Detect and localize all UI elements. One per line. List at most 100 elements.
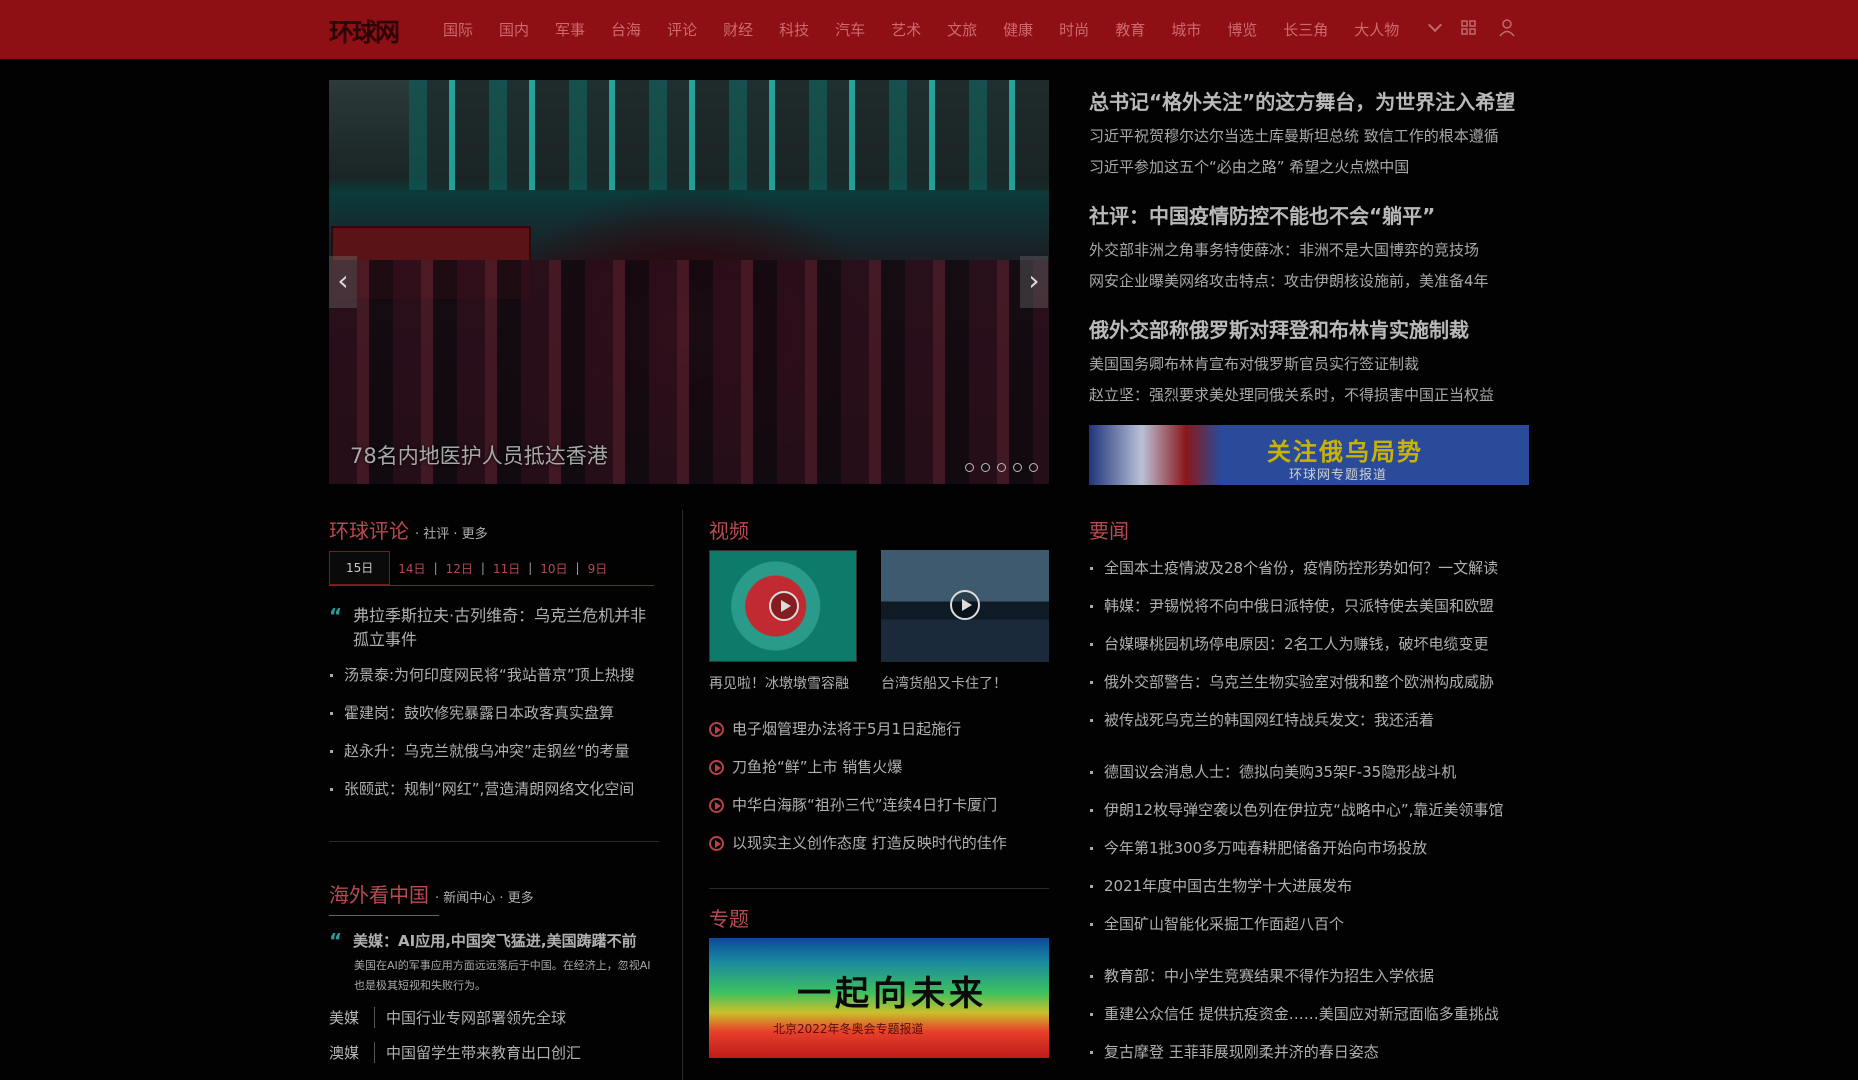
video-list-item[interactable]: 中华白海豚“祖孙三代”连续4日打卡厦门 bbox=[709, 786, 1007, 824]
news-list: 教育部：中小学生竞赛结果不得作为招生入学依据 重建公众信任 提供抗疫资金……美国… bbox=[1089, 957, 1529, 1071]
nav-item[interactable]: 长三角 bbox=[1283, 19, 1328, 40]
main-nav: 国际 国内 军事 台海 评论 财经 科技 汽车 艺术 文旅 健康 时尚 教育 城… bbox=[443, 0, 1425, 59]
row-title: 中国行业专网部署领先全球 bbox=[386, 1009, 567, 1027]
headline-sub[interactable]: 习近平祝贺穆尔达尔当选土库曼斯坦总统 致信工作的根本遵循 bbox=[1089, 125, 1529, 146]
promo-sub: 环球网专题报道 bbox=[1289, 468, 1388, 483]
news-item[interactable]: 被传战死乌克兰的韩国网红特战兵发文：我还活着 bbox=[1089, 701, 1529, 739]
topic-banner[interactable]: 一起向未来 北京2022年冬奥会专题报道 bbox=[709, 938, 1049, 1058]
play-icon[interactable] bbox=[950, 590, 980, 620]
nav-item[interactable]: 科技 bbox=[779, 19, 809, 40]
foreign-row[interactable]: 澳媒 中国留学生带来教育出口创汇 bbox=[329, 1042, 581, 1063]
slide-caption[interactable]: 78名内地医护人员抵达香港 bbox=[350, 440, 608, 470]
headline-sub[interactable]: 外交部非洲之角事务特使薛冰：非洲不是大国博弈的竞技场 bbox=[1089, 239, 1529, 260]
nav-item[interactable]: 大人物 bbox=[1354, 19, 1399, 40]
topic-banner-sub: 北京2022年冬奥会专题报道 bbox=[773, 1022, 924, 1036]
news-item[interactable]: 伊朗12枚导弹空袭以色列在伊拉克“战略中心”,靠近美领事馆 bbox=[1089, 791, 1529, 829]
list-item[interactable]: 汤景泰:为何印度网民将“我站普京”顶上热搜 bbox=[329, 656, 659, 694]
nav-item[interactable]: 国际 bbox=[443, 19, 473, 40]
nav-item[interactable]: 汽车 bbox=[835, 19, 865, 40]
section-title[interactable]: 要闻 bbox=[1089, 515, 1129, 544]
video-list: 电子烟管理办法将于5月1日起施行 刀鱼抢“鲜”上市 销售火爆 中华白海豚“祖孙三… bbox=[709, 710, 1007, 862]
news-item[interactable]: 德国议会消息人士：德拟向美购35架F-35隐形战斗机 bbox=[1089, 753, 1529, 791]
video-list-item[interactable]: 以现实主义创作态度 打造反映时代的佳作 bbox=[709, 824, 1007, 862]
news-item[interactable]: 复古摩登 王菲菲展现刚柔并济的春日姿态 bbox=[1089, 1033, 1529, 1071]
video-list-item[interactable]: 电子烟管理办法将于5月1日起施行 bbox=[709, 710, 1007, 748]
news-item[interactable]: 重建公众信任 提供抗疫资金……美国应对新冠面临多重挑战 bbox=[1089, 995, 1529, 1033]
nav-item[interactable]: 评论 bbox=[667, 19, 697, 40]
headline-sub[interactable]: 赵立坚：强烈要求美处理同俄关系时，不得损害中国正当权益 bbox=[1089, 384, 1529, 405]
tab-date[interactable]: 10日 bbox=[532, 560, 575, 577]
top-nav-bar: 环球网 国际 国内 军事 台海 评论 财经 科技 汽车 艺术 文旅 健康 时尚 … bbox=[0, 0, 1858, 59]
hero-slider[interactable] bbox=[329, 80, 1049, 484]
nav-item[interactable]: 健康 bbox=[1003, 19, 1033, 40]
news-item[interactable]: 台媒曝桃园机场停电原因：2名工人为赚钱，破坏电缆变更 bbox=[1089, 625, 1529, 663]
video-header: 视频 bbox=[709, 515, 749, 544]
headline-title[interactable]: 总书记“格外关注”的这方舞台，为世界注入希望 bbox=[1089, 86, 1529, 115]
news-item[interactable]: 全国本土疫情波及28个省份，疫情防控形势如何？一文解读 bbox=[1089, 549, 1529, 587]
list-item[interactable]: 赵永升：乌克兰就俄乌冲突”走钢丝“的考量 bbox=[329, 732, 659, 770]
promo-banner[interactable]: 关注俄乌局势 环球网专题报道 bbox=[1089, 425, 1529, 485]
nav-item[interactable]: 军事 bbox=[555, 19, 585, 40]
video-list-item[interactable]: 刀鱼抢“鲜”上市 销售火爆 bbox=[709, 748, 1007, 786]
section-meta[interactable]: · 新闻中心 · 更多 bbox=[435, 887, 534, 906]
nav-item[interactable]: 文旅 bbox=[947, 19, 977, 40]
slider-next-arrow[interactable]: › bbox=[1020, 256, 1048, 308]
video-thumb[interactable] bbox=[709, 550, 857, 662]
section-meta[interactable]: · 社评 · 更多 bbox=[415, 523, 488, 542]
tab-date[interactable]: 11日 bbox=[485, 560, 528, 577]
nav-item[interactable]: 时尚 bbox=[1059, 19, 1089, 40]
news-item[interactable]: 教育部：中小学生竞赛结果不得作为招生入学依据 bbox=[1089, 957, 1529, 995]
section-title[interactable]: 专题 bbox=[709, 903, 749, 932]
grid-icon[interactable] bbox=[1460, 18, 1478, 38]
nav-item[interactable]: 博览 bbox=[1227, 19, 1257, 40]
nav-item[interactable]: 城市 bbox=[1171, 19, 1201, 40]
promo-title: 关注俄乌局势 bbox=[1267, 438, 1423, 466]
slider-dot-active[interactable] bbox=[981, 463, 990, 472]
section-title[interactable]: 视频 bbox=[709, 515, 749, 544]
section-title[interactable]: 环球评论 bbox=[329, 515, 409, 544]
headline-group: 俄外交部称俄罗斯对拜登和布林肯实施制裁 美国国务卿布林肯宣布对俄罗斯官员实行签证… bbox=[1089, 314, 1529, 405]
slider-dot[interactable] bbox=[1013, 463, 1022, 472]
slider-prev-arrow[interactable]: ‹ bbox=[329, 256, 357, 308]
news-item[interactable]: 今年第1批300多万吨春耕肥储备开始向市场投放 bbox=[1089, 829, 1529, 867]
list-item[interactable]: 张颐武：规制“网红”,营造清朗网络文化空间 bbox=[329, 770, 659, 808]
video-caption[interactable]: 台湾货船又卡住了！ bbox=[881, 673, 1007, 693]
headline-sub[interactable]: 网安企业曝美网络攻击特点：攻击伊朗核设施前，美准备4年 bbox=[1089, 270, 1529, 291]
video-thumb[interactable] bbox=[881, 550, 1049, 662]
play-icon[interactable] bbox=[769, 591, 799, 621]
site-logo[interactable]: 环球网 bbox=[329, 13, 400, 47]
nav-item[interactable]: 教育 bbox=[1115, 19, 1145, 40]
foreign-featured[interactable]: “ 美媒：AI应用,中国突飞猛进,美国踌躇不前 bbox=[329, 929, 659, 953]
headline-title[interactable]: 社评：中国疫情防控不能也不会“躺平” bbox=[1089, 200, 1529, 229]
headline-group: 社评：中国疫情防控不能也不会“躺平” 外交部非洲之角事务特使薛冰：非洲不是大国博… bbox=[1089, 200, 1529, 291]
commentary-featured[interactable]: “ 弗拉季斯拉夫·古列维奇：乌克兰危机并非孤立事件 bbox=[329, 604, 659, 652]
headline-title[interactable]: 俄外交部称俄罗斯对拜登和布林肯实施制裁 bbox=[1089, 314, 1529, 343]
slider-dot[interactable] bbox=[997, 463, 1006, 472]
tab-date[interactable]: 14日 bbox=[390, 560, 433, 577]
tab-date[interactable]: 12日 bbox=[438, 560, 481, 577]
slider-dot[interactable] bbox=[965, 463, 974, 472]
news-item[interactable]: 全国矿山智能化采掘工作面超八百个 bbox=[1089, 905, 1529, 943]
news-item[interactable]: 俄外交部警告：乌克兰生物实验室对俄和整个欧洲构成威胁 bbox=[1089, 663, 1529, 701]
featured-title: 美媒：AI应用,中国突飞猛进,美国踌躇不前 bbox=[353, 932, 637, 950]
nav-item[interactable]: 国内 bbox=[499, 19, 529, 40]
nav-item[interactable]: 台海 bbox=[611, 19, 641, 40]
news-item[interactable]: 韩媒：尹锡悦将不向中俄日派特使，只派特使去美国和欧盟 bbox=[1089, 587, 1529, 625]
headline-sub[interactable]: 习近平参加这五个“必由之路” 希望之火点燃中国 bbox=[1089, 156, 1529, 177]
source-label: 美媒 bbox=[329, 1007, 375, 1028]
tab-date-active[interactable]: 15日 bbox=[329, 551, 391, 585]
headline-sub[interactable]: 美国国务卿布林肯宣布对俄罗斯官员实行签证制裁 bbox=[1089, 353, 1529, 374]
chevron-down-icon[interactable] bbox=[1427, 17, 1443, 33]
topic-header: 专题 bbox=[709, 903, 749, 932]
slider-dots bbox=[965, 463, 1038, 472]
section-title[interactable]: 海外看中国 bbox=[329, 879, 429, 908]
list-item[interactable]: 霍建岗：鼓吹修宪暴露日本政客真实盘算 bbox=[329, 694, 659, 732]
user-icon[interactable] bbox=[1498, 18, 1516, 38]
video-caption[interactable]: 再见啦！冰墩墩雪容融 bbox=[709, 673, 849, 693]
tab-date[interactable]: 9日 bbox=[580, 560, 616, 577]
nav-item[interactable]: 艺术 bbox=[891, 19, 921, 40]
slider-dot[interactable] bbox=[1029, 463, 1038, 472]
nav-item[interactable]: 财经 bbox=[723, 19, 753, 40]
news-item[interactable]: 2021年度中国古生物学十大进展发布 bbox=[1089, 867, 1529, 905]
foreign-row[interactable]: 美媒 中国行业专网部署领先全球 bbox=[329, 1007, 566, 1028]
